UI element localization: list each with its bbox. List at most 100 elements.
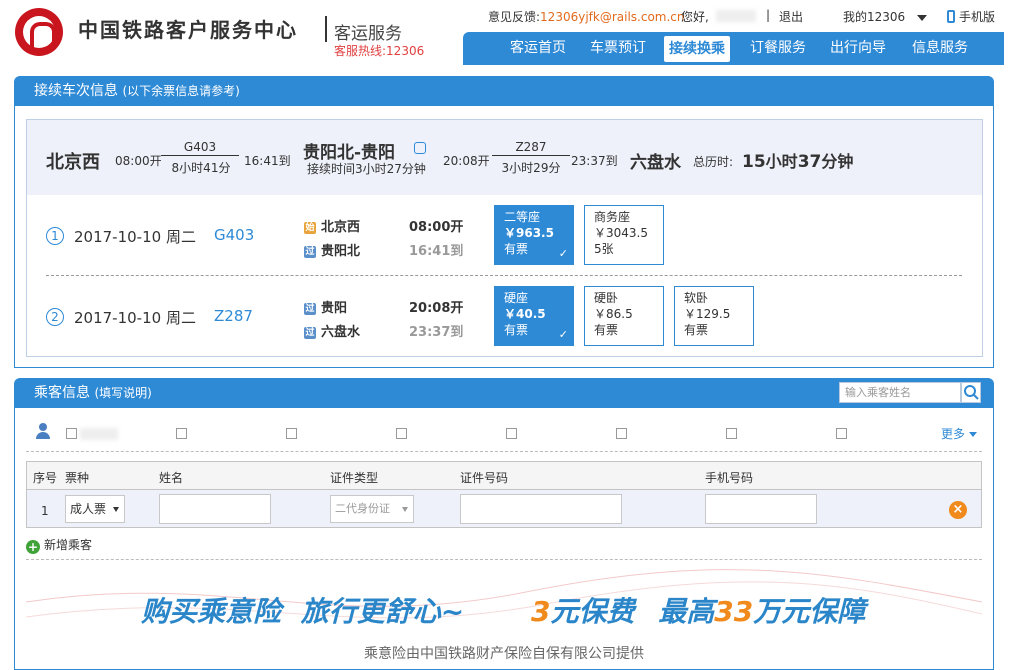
hotline: 客服热线:12306 [334, 44, 425, 58]
trip-panel-title: 接续车次信息 [34, 83, 118, 99]
passenger-checkbox[interactable] [66, 428, 77, 439]
trip-panel-header: 接续车次信息 (以下余票信息请参考) [14, 76, 994, 106]
leg-to: 过六盘水 [304, 321, 360, 340]
passenger-checkbox[interactable] [396, 428, 407, 439]
feedback: 意见反馈:12306yjfk@rails.com.cn [488, 8, 685, 25]
nav-item-transfer[interactable]: 接续换乘 [664, 36, 730, 62]
seat-type: 二等座 [504, 210, 541, 224]
seat-price: ￥963.5 [504, 226, 554, 240]
price-text: 元保费 [550, 595, 635, 628]
leg-train-link[interactable]: Z287 [214, 307, 253, 325]
nav-item-home[interactable]: 客运首页 [503, 32, 573, 65]
leg-arr: 16:41到 [409, 244, 464, 259]
insurance-provider: 乘意险由中国铁路财产保险自保有限公司提供 [364, 646, 644, 662]
leg-date: 2017-10-10 周二 [74, 309, 196, 327]
mobile-link[interactable]: 手机版 [947, 8, 995, 25]
seat-stock: 有票 [504, 242, 529, 256]
seat-type: 软卧 [684, 291, 709, 305]
table-header-phone: 手机号码 [705, 471, 754, 485]
chevron-down-icon [917, 14, 928, 21]
passenger-name-blurred [80, 428, 118, 440]
chevron-down-icon [402, 507, 408, 512]
remove-passenger-icon[interactable]: × [949, 501, 967, 519]
id-type-select[interactable]: 二代身份证 [330, 495, 414, 523]
phone-field[interactable] [705, 494, 817, 524]
passenger-panel-note[interactable]: (填写说明) [94, 386, 151, 400]
seat-stock: 有票 [684, 323, 709, 337]
header-sep: | [766, 8, 771, 22]
passenger-checkbox[interactable] [836, 428, 847, 439]
seat-stock: 有票 [504, 323, 529, 337]
divider [26, 451, 982, 452]
leg-number: 2 [46, 308, 64, 326]
passenger-search-input[interactable]: 输入乘客姓名 [839, 382, 961, 403]
passenger-panel-title: 乘客信息 [34, 385, 90, 401]
nav-item-guide[interactable]: 出行向导 [823, 32, 893, 65]
slogan-part-a: 购买乘意险 [141, 595, 282, 628]
leg-train-link[interactable]: G403 [214, 226, 254, 244]
my12306-label: 我的12306 [843, 10, 906, 24]
passenger-checkbox[interactable] [726, 428, 737, 439]
mobile-label: 手机版 [959, 10, 996, 24]
leg-dep: 20:08开 [409, 301, 464, 316]
seat-option[interactable]: 软卧 ￥129.5 有票 [674, 286, 754, 346]
add-passenger-button[interactable]: + 新增乘客 [26, 536, 92, 554]
feedback-label: 意见反馈: [488, 10, 541, 24]
header: 中国铁路客户服务中心 客运服务 客服热线:12306 意见反馈:12306yjf… [0, 0, 1011, 66]
railway-logo[interactable] [15, 8, 63, 56]
seat-type: 商务座 [594, 210, 631, 224]
passenger-table: 序号 票种 姓名 证件类型 证件号码 手机号码 1 成人票 二代身份证 × [26, 461, 982, 528]
pass-station-icon: 过 [304, 302, 316, 315]
seat-price: ￥3043.5 [594, 226, 648, 240]
seat-option-selected[interactable]: 硬座 ￥40.5 有票 ✓ [494, 286, 574, 346]
seat-price: ￥129.5 [684, 307, 731, 321]
max-num: 33 [714, 595, 754, 628]
passenger-checkbox[interactable] [286, 428, 297, 439]
main-nav: 客运首页 车票预订 接续换乘 订餐服务 出行向导 信息服务 [463, 32, 1004, 65]
title-divider [325, 16, 327, 42]
chevron-down-icon [968, 432, 977, 437]
ticket-type-value: 成人票 [70, 502, 107, 516]
leg-from: 过贵阳 [304, 297, 347, 316]
start-station-icon: 始 [304, 221, 316, 234]
seat-option-selected[interactable]: 二等座 ￥963.5 有票 ✓ [494, 205, 574, 265]
my12306-link[interactable]: 我的12306 [843, 8, 928, 25]
price-num: 3 [531, 595, 551, 628]
nav-item-info[interactable]: 信息服务 [905, 32, 975, 65]
passenger-checkbox[interactable] [616, 428, 627, 439]
sub-title: 客运服务 [334, 24, 402, 44]
row-index: 1 [41, 504, 49, 518]
feedback-email-link[interactable]: 12306yjfk@rails.com.cn [540, 10, 684, 24]
check-icon: ✓ [558, 328, 568, 341]
name-field[interactable] [159, 494, 271, 524]
leg-dep: 08:00开 [409, 220, 464, 235]
leg-from-name: 北京西 [321, 220, 361, 235]
passenger-checkbox[interactable] [506, 428, 517, 439]
user-icon [36, 423, 50, 439]
seat-stock: 有票 [594, 323, 619, 337]
logout-link[interactable]: 退出 [779, 8, 803, 25]
seat-option[interactable]: 商务座 ￥3043.5 5张 [584, 205, 664, 265]
table-header-id-type: 证件类型 [330, 471, 379, 485]
slogan-part-b: 旅行更舒心~ [300, 595, 465, 628]
add-passenger-label: 新增乘客 [44, 538, 93, 552]
insurance-banner[interactable]: 购买乘意险 旅行更舒心~ 3元保费 最高33万元保障 乘意险由中国铁路财产保险自… [26, 562, 982, 668]
seat-stock: 5张 [594, 242, 614, 256]
chevron-down-icon [113, 507, 119, 512]
table-header-index: 序号 [33, 471, 58, 485]
passenger-checkbox[interactable] [176, 428, 187, 439]
seat-option[interactable]: 硬卧 ￥86.5 有票 [584, 286, 664, 346]
search-button[interactable] [961, 382, 981, 403]
leg-number: 1 [46, 227, 64, 245]
nav-item-booking[interactable]: 车票预订 [583, 32, 653, 65]
username-blurred[interactable] [716, 10, 756, 22]
seat-price: ￥40.5 [504, 307, 546, 321]
seat-type: 硬卧 [594, 291, 619, 305]
id-number-field[interactable] [460, 494, 622, 524]
more-passengers-link[interactable]: 更多 [941, 425, 977, 442]
nav-item-meal[interactable]: 订餐服务 [743, 32, 813, 65]
trip-panel-note: (以下余票信息请参考) [122, 84, 240, 98]
greeting: 您好, [681, 10, 709, 24]
leg-from-name: 贵阳 [321, 301, 348, 316]
ticket-type-select[interactable]: 成人票 [65, 495, 125, 523]
